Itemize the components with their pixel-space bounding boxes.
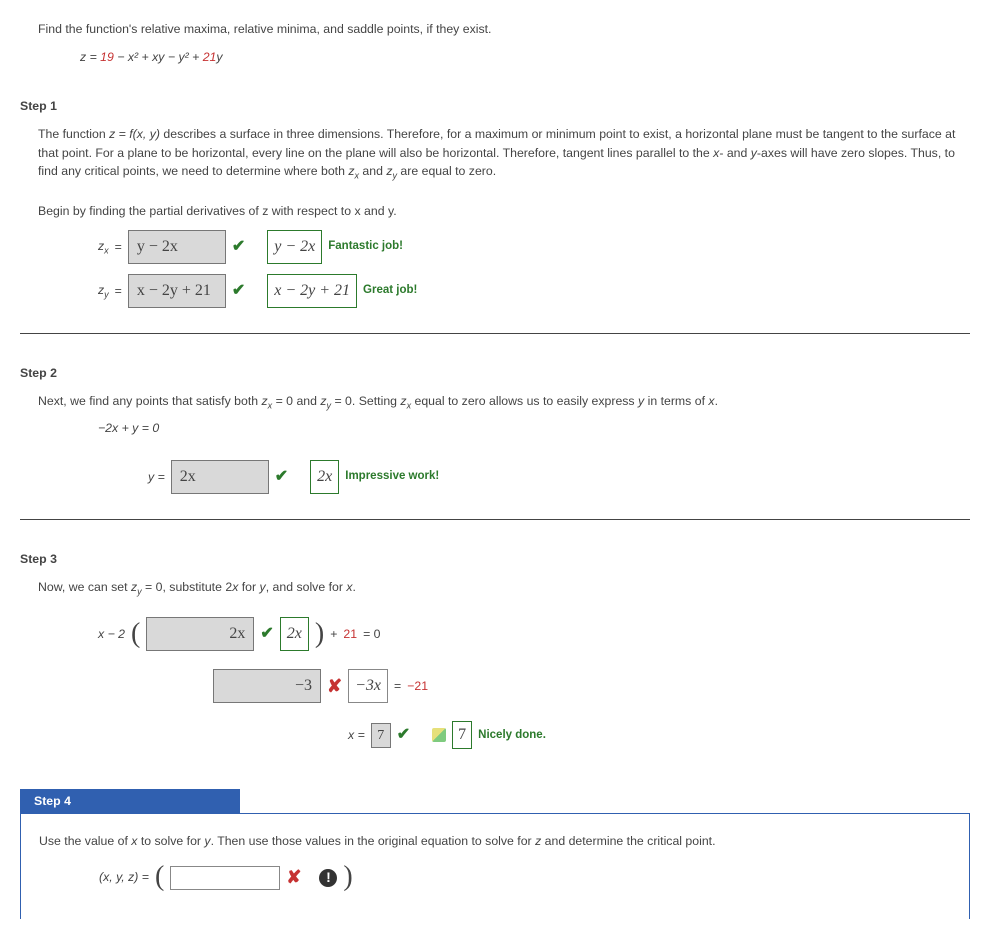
step4-underline <box>240 789 970 813</box>
critical-point-input[interactable] <box>170 866 280 890</box>
step2-text: Next, we find any points that satisfy bo… <box>38 392 970 413</box>
zx-correct-box: y − 2x <box>267 230 322 264</box>
cross-icon: ✘ <box>286 864 301 891</box>
s2a: Next, we find any points that satisfy bo… <box>38 394 262 408</box>
step4-header: Step 4 <box>20 789 970 813</box>
s1t1a: The function <box>38 127 109 141</box>
triplet-label: (x, y, z) = <box>99 868 149 886</box>
step1-zy-row: zy = x − 2y + 21 ✔ x − 2y + 21 Great job… <box>38 274 970 308</box>
y-feedback: Impressive work! <box>345 468 439 485</box>
step2-eq1: −2x + y = 0 <box>38 419 970 437</box>
step1-text: The function z = f(x, y) describes a sur… <box>38 125 970 183</box>
check-icon: ✔ <box>397 723 410 747</box>
open-paren-icon: ( <box>155 866 164 888</box>
step3-label: Step 3 <box>20 550 970 568</box>
separator <box>20 519 970 520</box>
check-icon: ✔ <box>260 622 273 646</box>
step1-text2: Begin by finding the partial derivatives… <box>38 202 970 220</box>
problem-equation: z = 19 − x² + xy − y² + 21y <box>20 48 970 66</box>
cross-icon: ✘ <box>327 673 342 700</box>
l1-post-b: 21 <box>343 625 357 643</box>
zy-correct-box: x − 2y + 21 <box>267 274 357 308</box>
step2-label: Step 2 <box>20 364 970 382</box>
s2c: = 0. Setting <box>331 394 400 408</box>
eq-sign: = <box>115 238 122 256</box>
s3d: , and solve for <box>266 580 347 594</box>
s3b: = 0, substitute 2 <box>142 580 233 594</box>
step3-line2: −3 ✘ −3x = −21 <box>38 669 970 703</box>
step1-zx-row: zx = y − 2x ✔ y − 2x Fantastic job! <box>38 230 970 264</box>
s3c: for <box>238 580 259 594</box>
y-label: y = <box>148 468 165 486</box>
zy-answer-box[interactable]: x − 2y + 21 <box>128 274 226 308</box>
eq-suffix: y <box>216 50 222 64</box>
step1-label: Step 1 <box>20 97 970 115</box>
y-answer-box[interactable]: 2x <box>171 460 269 494</box>
s1t1e: and <box>359 164 386 178</box>
step3-line3: x = 7 ✔ 7 Nicely done. <box>38 721 970 749</box>
l3-correct-box: 7 <box>452 721 472 749</box>
problem-prompt: Find the function's relative maxima, rel… <box>20 20 970 38</box>
l2-correct-box: −3x <box>348 669 388 703</box>
l3-pre: x = <box>348 726 365 744</box>
s2d: equal to zero allows us to easily expres… <box>411 394 638 408</box>
l2-eq: = <box>394 677 401 695</box>
y-correct-box: 2x <box>310 460 339 494</box>
l1-post-a: + <box>330 625 337 643</box>
step2-y-row: y = 2x ✔ 2x Impressive work! <box>38 460 970 494</box>
step3-text: Now, we can set zy = 0, substitute 2x fo… <box>38 578 970 599</box>
eq-c2: 21 <box>203 50 217 64</box>
s4c: . Then use those values in the original … <box>211 834 535 848</box>
s4d: and determine the critical point. <box>541 834 715 848</box>
eq-middle: − x² + xy − y² + <box>114 50 203 64</box>
l1-post-c: = 0 <box>363 625 380 643</box>
s2e: in terms of <box>644 394 708 408</box>
step4-body: Use the value of x to solve for y. Then … <box>20 814 970 919</box>
s1t1f: are equal to zero. <box>397 164 496 178</box>
zy-label: zy <box>98 281 109 302</box>
open-paren-icon: ( <box>131 623 140 645</box>
s3e: . <box>353 580 356 594</box>
s4b: to solve for <box>137 834 204 848</box>
l3-answer-box[interactable]: 7 <box>371 723 391 748</box>
s2b: = 0 and <box>272 394 320 408</box>
close-paren-icon: ) <box>315 623 324 645</box>
l1-correct-box: 2x <box>280 617 309 651</box>
s2f: . <box>715 394 718 408</box>
s3a: Now, we can set <box>38 580 131 594</box>
check-icon: ✔ <box>232 279 245 303</box>
step3-line1: x − 2 ( 2x ✔ 2x ) + 21 = 0 <box>38 617 970 651</box>
eq-c1: 19 <box>100 50 114 64</box>
eq-prefix: z = <box>80 50 100 64</box>
step4-input-row: (x, y, z) = ( ✘ ! ) <box>39 864 951 891</box>
zy-feedback: Great job! <box>363 282 417 299</box>
l1-answer-box[interactable]: 2x <box>146 617 254 651</box>
separator <box>20 333 970 334</box>
check-icon: ✔ <box>275 465 288 489</box>
s1t1c: - and <box>719 146 750 160</box>
step1-body: The function z = f(x, y) describes a sur… <box>20 125 970 308</box>
key-icon <box>432 728 446 742</box>
zx-answer-box[interactable]: y − 2x <box>128 230 226 264</box>
zx-feedback: Fantastic job! <box>328 238 403 255</box>
close-paren-icon: ) <box>343 866 352 888</box>
step2-body: Next, we find any points that satisfy bo… <box>20 392 970 493</box>
l3-feedback: Nicely done. <box>478 727 546 744</box>
l1-pre: x − 2 <box>98 625 125 643</box>
eq-sign2: = <box>115 282 122 300</box>
s4a: Use the value of <box>39 834 131 848</box>
check-icon: ✔ <box>232 235 245 259</box>
error-bang-icon: ! <box>319 869 337 887</box>
step3-body: Now, we can set zy = 0, substitute 2x fo… <box>20 578 970 749</box>
zx-label: zx <box>98 237 109 258</box>
l2-answer-box[interactable]: −3 <box>213 669 321 703</box>
l2-rhs: −21 <box>407 677 428 695</box>
step4-label: Step 4 <box>20 789 240 813</box>
step4-text: Use the value of x to solve for y. Then … <box>39 832 951 850</box>
